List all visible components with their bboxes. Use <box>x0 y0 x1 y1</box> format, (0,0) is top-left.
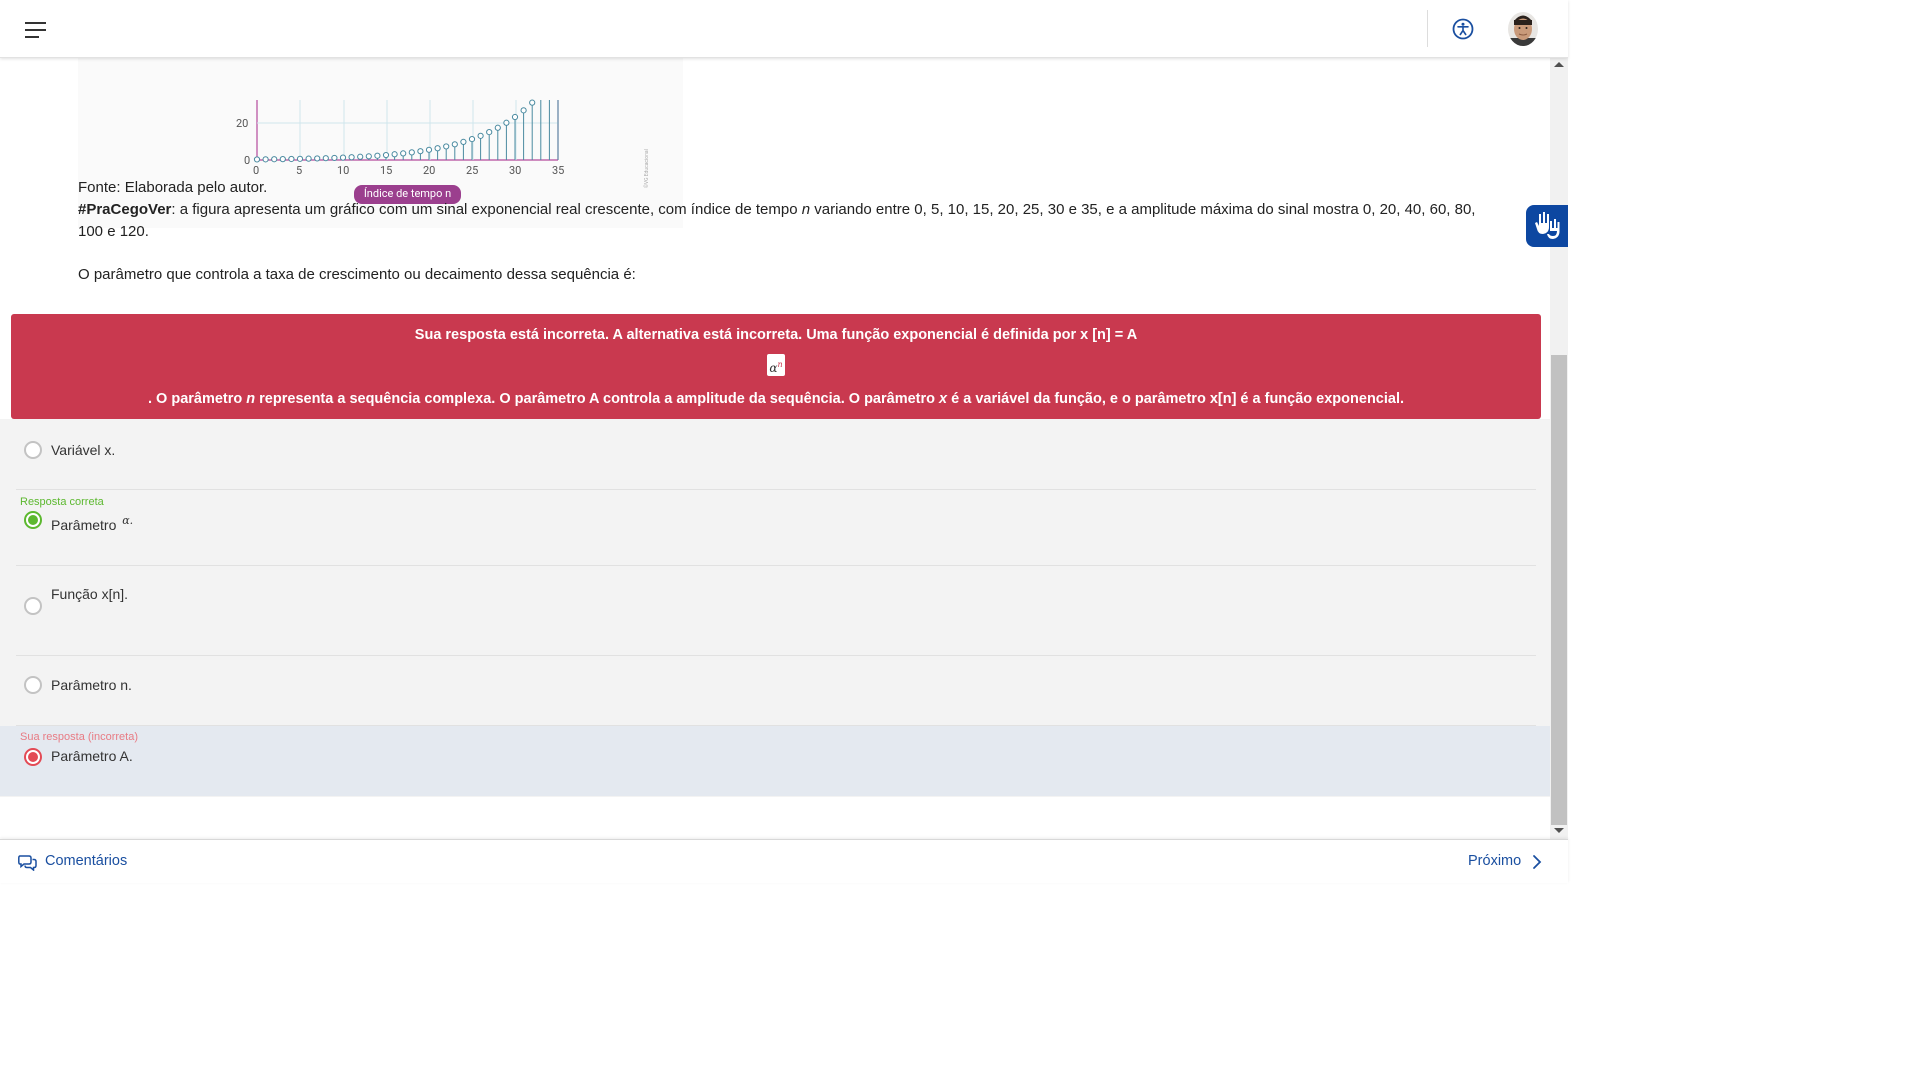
feedback-text: é a variável da função, e o parâmetro x[… <box>947 391 1405 407</box>
feedback-text: . O parâmetro <box>147 391 247 407</box>
feedback-var-n: n <box>246 391 256 407</box>
accessibility-icon[interactable] <box>1452 18 1474 40</box>
comments-icon <box>18 855 37 871</box>
stem-marker <box>451 141 458 148</box>
header-divider <box>1427 10 1428 47</box>
x-tick-label: 30 <box>509 164 522 177</box>
stem-marker <box>443 143 450 150</box>
x-tick-label: 10 <box>337 164 350 177</box>
stem-marker <box>511 113 519 121</box>
next-label: Próximo <box>1468 853 1522 869</box>
x-tick-label: 25 <box>466 164 479 177</box>
stem-marker <box>486 129 493 136</box>
stem-marker <box>262 156 269 163</box>
x-tick-label: 5 <box>296 164 303 177</box>
option-funcao-xn[interactable]: Função x[n]. <box>16 566 1536 656</box>
stem-marker <box>322 155 329 162</box>
stem-marker <box>477 132 484 139</box>
feedback-text: representa a sequência complexa. O parâm… <box>255 391 940 407</box>
scrollbar-thumb[interactable] <box>1551 355 1567 825</box>
radio-button[interactable] <box>24 597 42 615</box>
stem-marker <box>468 135 476 143</box>
option-label: Função x[n]. <box>51 586 129 602</box>
option-label: Variável x. <box>51 442 116 458</box>
pracegover-n: n <box>801 201 811 218</box>
stem-marker <box>529 99 536 106</box>
x-tick-label: 0 <box>253 164 260 177</box>
radio-button[interactable] <box>24 441 42 459</box>
stem-marker <box>271 156 278 163</box>
stem-marker <box>374 152 381 159</box>
feedback-formula: αn <box>767 354 785 376</box>
question-text: O parâmetro que controla a taxa de cresc… <box>78 266 636 283</box>
stem-marker <box>305 155 312 162</box>
feedback-line-1: Sua resposta está incorreta. A alternati… <box>414 327 1138 343</box>
stem-marker <box>288 155 295 163</box>
comments-label: Comentários <box>45 853 128 869</box>
stem-marker <box>253 156 261 163</box>
sign-language-widget-button[interactable] <box>1526 205 1568 247</box>
feedback-banner: Sua resposta está incorreta. A alternati… <box>11 314 1541 419</box>
y-tick-label: 20 <box>236 117 249 130</box>
feedback-line-3: . O parâmetro n representa a sequência c… <box>11 391 1541 407</box>
radio-button[interactable] <box>24 676 42 694</box>
scroll-up-arrow[interactable] <box>1554 62 1564 67</box>
correct-answer-tag: Resposta correta <box>20 496 104 508</box>
alpha-symbol: α. <box>122 514 134 527</box>
option-label-text: Parâmetro <box>51 517 121 533</box>
formula-exponent: n <box>777 360 783 369</box>
radio-button-correct[interactable] <box>24 511 42 529</box>
stem-marker <box>357 153 364 160</box>
stem-marker <box>339 154 347 161</box>
y-tick-label: 0 <box>244 154 251 167</box>
x-tick-label: 35 <box>552 164 565 177</box>
option-parametro-n[interactable]: Parâmetro n. <box>16 656 1536 726</box>
stem-marker <box>296 155 304 162</box>
stem-marker <box>503 119 510 126</box>
stem-marker <box>520 107 527 114</box>
figure-description: Fonte: Elaborada pelo autor. #PraCegoVer… <box>78 177 1478 243</box>
user-avatar[interactable] <box>1508 12 1538 46</box>
top-bar <box>0 0 1568 58</box>
stem-marker <box>279 156 286 163</box>
content-area: 20 0 0 5 10 15 20 25 30 35 Índice de tem… <box>0 57 1550 839</box>
option-variavel-x[interactable]: Variável x. <box>16 419 1536 490</box>
stem-marker <box>434 145 441 152</box>
bottom-bar: Comentários Próximo <box>0 839 1568 883</box>
stem-marker <box>348 154 355 161</box>
option-label: Parâmetro α. <box>51 514 134 533</box>
stem-marker <box>400 150 407 157</box>
x-tick-label: 20 <box>423 164 436 177</box>
option-label: Parâmetro n. <box>51 677 132 693</box>
pracegover-tag: #PraCegoVer <box>78 201 172 218</box>
pracegover-text: : a figura apresenta um gráfico com um s… <box>171 201 802 218</box>
radio-button-selected-wrong[interactable] <box>24 748 42 766</box>
stem-marker <box>425 146 433 153</box>
option-parametro-a-selected[interactable]: Sua resposta (incorreta) Parâmetro A. <box>0 726 1550 796</box>
chevron-right-icon <box>1533 855 1542 869</box>
stem-marker <box>391 151 398 158</box>
x-tick-label: 15 <box>380 164 393 177</box>
option-label: Parâmetro A. <box>51 748 133 764</box>
scroll-down-arrow[interactable] <box>1554 828 1564 833</box>
stem-marker <box>460 138 467 145</box>
stem-marker <box>382 151 390 159</box>
stem-marker <box>408 149 415 156</box>
pracegover-paragraph: #PraCegoVer: a figura apresenta um gráfi… <box>78 199 1478 243</box>
feedback-var-x: x <box>939 391 948 407</box>
stem-marker <box>494 124 501 131</box>
stem-marker <box>331 154 338 162</box>
stem-marker <box>417 148 424 155</box>
stem-marker <box>314 155 321 162</box>
stem-marker <box>365 153 372 160</box>
scrollbar[interactable] <box>1550 57 1568 839</box>
source-line: Fonte: Elaborada pelo autor. <box>78 179 268 196</box>
sign-language-hands-icon <box>1535 212 1560 239</box>
your-answer-incorrect-tag: Sua resposta (incorreta) <box>20 731 138 743</box>
hamburger-menu-icon[interactable] <box>25 22 47 38</box>
option-parametro-alpha[interactable]: Resposta correta Parâmetro α. <box>16 490 1536 566</box>
